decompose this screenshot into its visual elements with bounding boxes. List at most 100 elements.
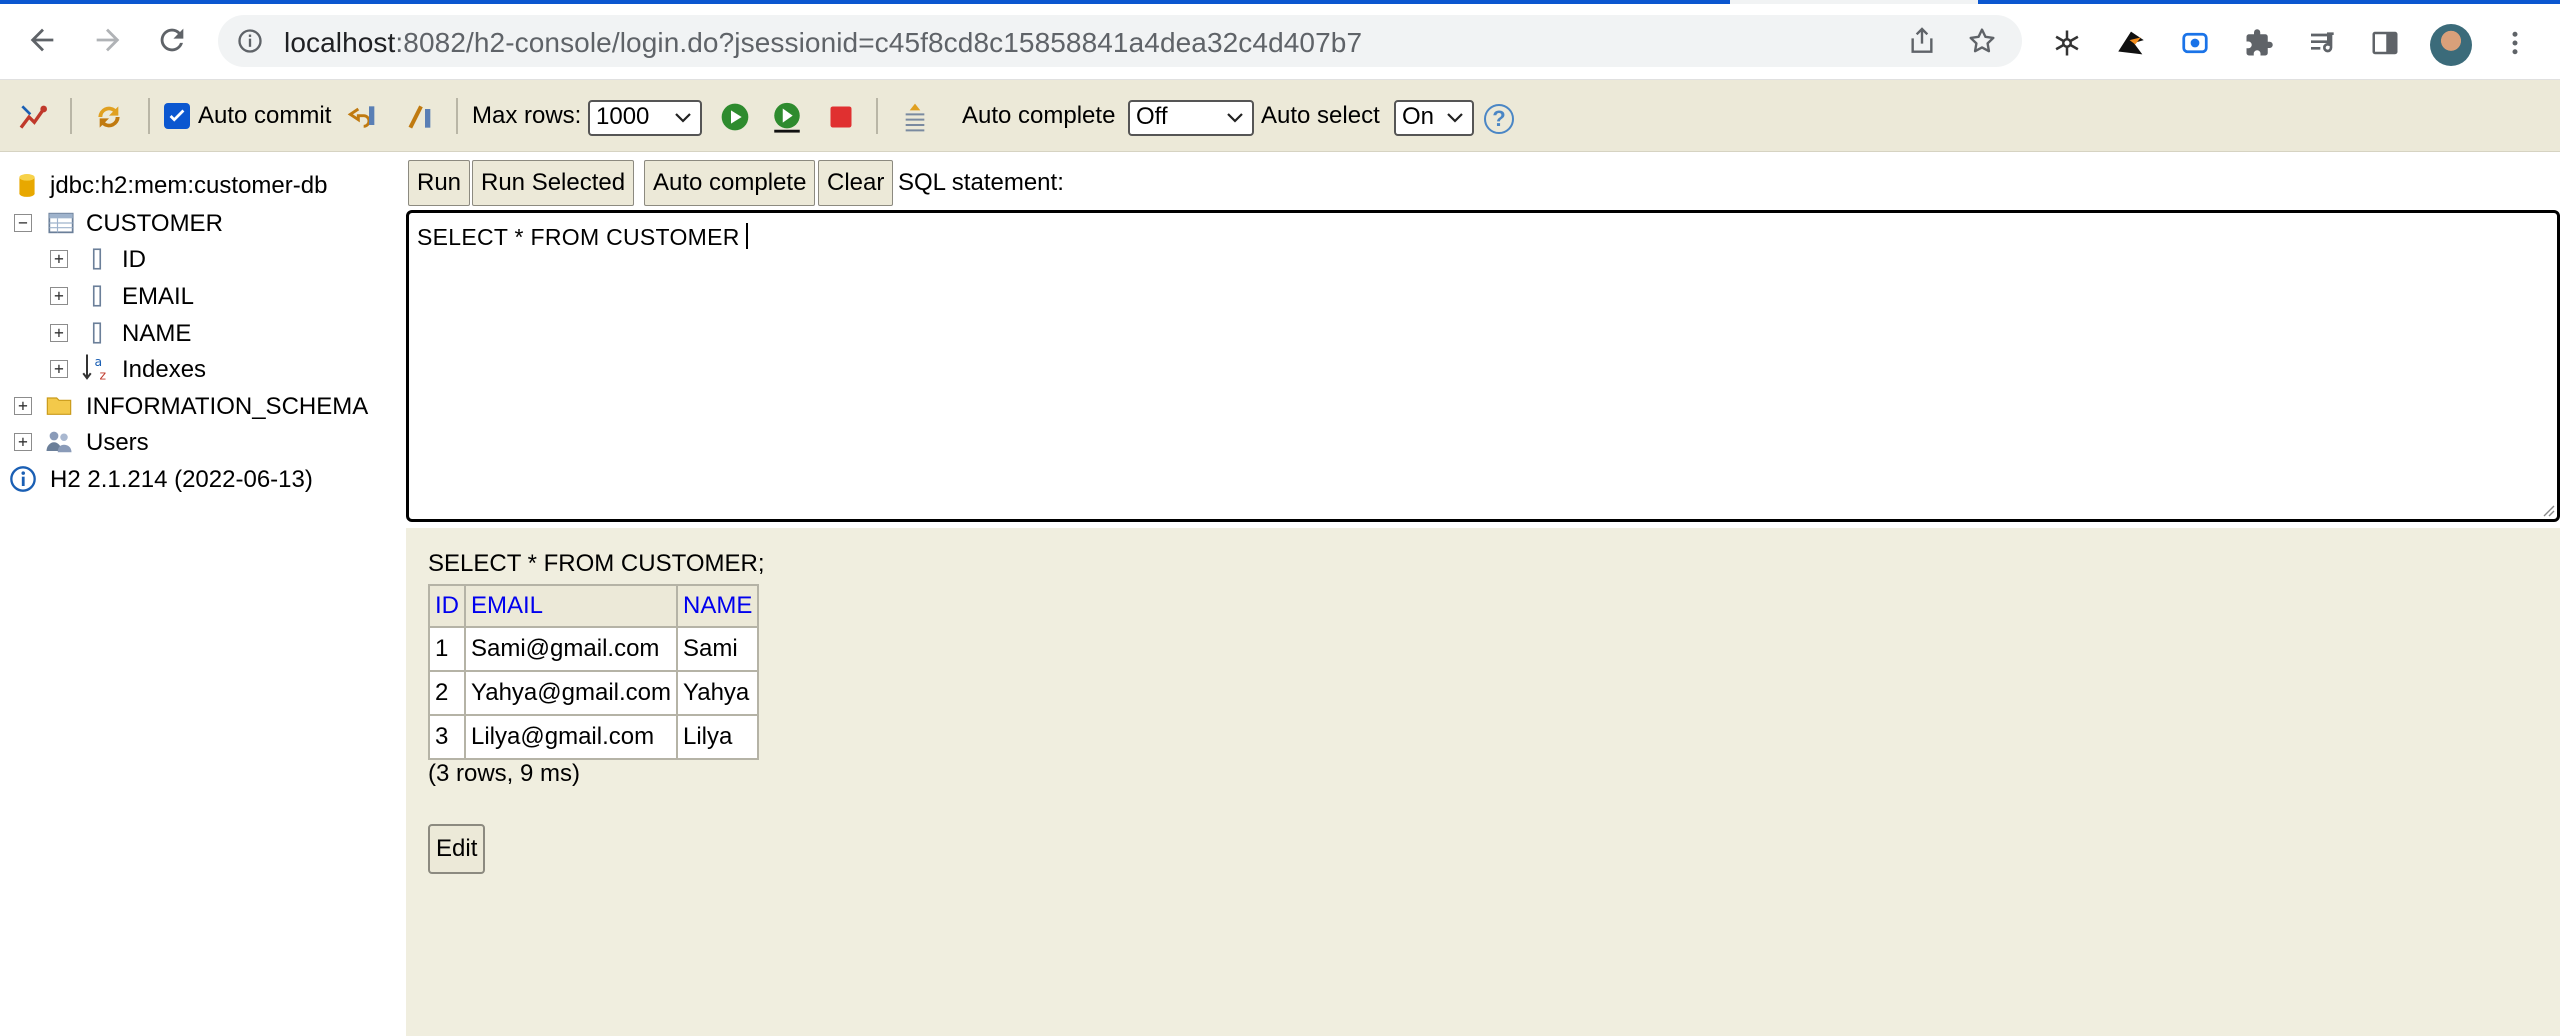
header-id[interactable]: ID [428,584,466,628]
reading-list-icon[interactable] [2306,26,2340,60]
sql-editor[interactable]: SELECT * FROM CUSTOMER [406,210,2560,522]
cell-name: Lilya [675,714,760,760]
reload-button[interactable] [150,18,194,62]
information-schema-node[interactable]: INFORMATION_SCHEMA [86,393,368,421]
disconnect-icon[interactable] [16,100,50,134]
commit-icon[interactable] [404,100,438,134]
column-id[interactable]: ID [122,246,146,274]
row-count-status: (3 rows, 9 ms) [428,760,581,787]
table-header-row: ID EMAIL NAME [428,584,760,628]
help-icon[interactable]: ? [1484,104,1514,134]
query-panel: Run Run Selected Auto complete Clear SQL… [406,152,2560,528]
toolbar-separator [456,98,458,134]
expand-icon[interactable]: + [50,324,68,342]
table-row: 2 Yahya@gmail.com Yahya [428,670,760,716]
max-rows-value: 1000 [596,103,650,130]
results-table: ID EMAIL NAME 1 Sami@gmail.com Sami 2 Ya… [428,584,760,760]
auto-complete-label: Auto complete [962,102,1116,129]
chevron-down-icon [1447,113,1463,123]
auto-select-select[interactable]: On [1394,100,1474,136]
cell-name: Yahya [675,670,760,716]
column-email[interactable]: EMAIL [122,283,194,311]
share-icon[interactable] [1906,25,1938,57]
column-icon [82,244,112,274]
column-icon [82,318,112,348]
connection-url[interactable]: jdbc:h2:mem:customer-db [50,172,327,200]
table-row: 1 Sami@gmail.com Sami [428,626,760,672]
profile-avatar[interactable] [2430,24,2472,66]
run-selected-button[interactable]: Run Selected [472,160,635,206]
history-icon[interactable] [898,100,932,134]
database-icon [12,170,42,200]
indexes-sort-icon: az [82,352,112,382]
info-icon [8,464,38,494]
auto-commit-label: Auto commit [198,102,332,129]
auto-complete-button[interactable]: Auto complete [644,160,816,206]
menu-kebab-icon[interactable] [2498,26,2532,60]
edit-button[interactable]: Edit [428,824,486,874]
cell-email: Sami@gmail.com [464,626,678,672]
expand-icon[interactable]: + [14,397,32,415]
browser-toolbar: localhost:8082/h2-console/login.do?jsess… [0,4,2560,80]
sql-statement-label: SQL statement: [898,169,1064,196]
chevron-down-icon [675,113,691,123]
checkmark-icon[interactable] [164,103,190,129]
table-icon [46,208,76,238]
cell-email: Yahya@gmail.com [464,670,678,716]
url-text[interactable]: localhost:8082/h2-console/login.do?jsess… [284,27,1362,59]
forward-icon [96,28,120,52]
toolbar-separator [876,98,878,134]
refresh-icon[interactable] [92,100,126,134]
h2-toolbar: Auto commit Max rows: 1000 Auto complete… [0,80,2560,152]
run-button[interactable]: Run [408,160,471,206]
table-customer[interactable]: CUSTOMER [86,210,223,238]
url-path: :8082/h2-console/login.do?jsessionid=c45… [395,27,1363,58]
executed-sql: SELECT * FROM CUSTOMER; [428,550,765,577]
run-selected-icon[interactable] [770,100,804,134]
record-extension-icon[interactable] [2178,26,2212,60]
auto-complete-select[interactable]: Off [1128,100,1254,136]
resize-grip-icon[interactable] [2539,501,2555,517]
auto-select-value: On [1402,103,1435,130]
bird-extension-icon[interactable] [2114,26,2148,60]
column-name[interactable]: NAME [122,320,191,348]
expand-icon[interactable]: + [50,250,68,268]
auto-select-label: Auto select [1261,102,1380,129]
snowflake-extension-icon[interactable] [2050,26,2084,60]
cell-id: 3 [428,714,466,760]
cell-name: Sami [675,626,760,672]
stop-icon[interactable] [824,100,858,134]
results-panel: SELECT * FROM CUSTOMER; ID EMAIL NAME 1 … [406,528,2560,1036]
collapse-icon[interactable]: − [14,214,32,232]
table-row: 3 Lilya@gmail.com Lilya [428,714,760,760]
expand-icon[interactable]: + [50,287,68,305]
site-info-icon[interactable] [236,27,264,55]
column-icon [82,281,112,311]
svg-text:z: z [100,368,107,383]
reload-icon [160,28,184,52]
h2-version: H2 2.1.214 (2022-06-13) [50,466,313,493]
toolbar-separator [70,98,72,134]
max-rows-select[interactable]: 1000 [588,100,702,136]
side-panel-icon[interactable] [2368,26,2402,60]
header-email[interactable]: EMAIL [464,584,678,628]
schema-tree: jdbc:h2:mem:customer-db − CUSTOMER + ID … [0,152,406,1036]
address-bar[interactable]: localhost:8082/h2-console/login.do?jsess… [218,15,2022,67]
expand-icon[interactable]: + [14,433,32,451]
forward-button[interactable] [86,18,130,62]
toolbar-separator [148,98,150,134]
text-caret [745,223,748,249]
cell-id: 2 [428,670,466,716]
expand-icon[interactable]: + [50,360,68,378]
rollback-icon[interactable] [344,100,378,134]
clear-button[interactable]: Clear [818,160,894,206]
users-node[interactable]: Users [86,429,149,457]
bookmark-star-icon[interactable] [1966,25,1998,57]
indexes-node[interactable]: Indexes [122,356,206,384]
run-icon[interactable] [718,100,752,134]
auto-commit-toggle[interactable]: Auto commit [164,80,331,152]
extensions-puzzle-icon[interactable] [2242,26,2276,60]
header-name[interactable]: NAME [675,584,760,628]
cell-email: Lilya@gmail.com [464,714,678,760]
back-button[interactable] [20,18,64,62]
